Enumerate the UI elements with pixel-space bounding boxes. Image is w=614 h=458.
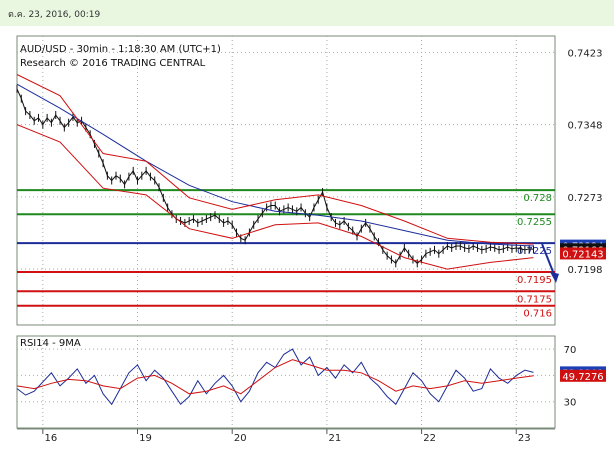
x-tick-label-2: 20 bbox=[234, 433, 247, 444]
rsi-y-tick-label-2: 30 bbox=[564, 398, 577, 409]
price-y-tick-label-2: 0.7273 bbox=[568, 193, 603, 204]
chart-title: AUD/USD - 30min - 1:18:30 AM (UTC+1) bbox=[20, 44, 221, 55]
price-y-tick-label-0: 0.7423 bbox=[568, 48, 603, 59]
rsi-badge-label-1: 49.7276 bbox=[562, 372, 603, 383]
price-panel-frame bbox=[16, 35, 556, 326]
x-tick-label-3: 21 bbox=[329, 433, 342, 444]
chart-subtitle: Research © 2016 TRADING CENTRAL bbox=[20, 58, 206, 69]
level-label-5: 0.716 bbox=[523, 309, 552, 320]
level-label-3: 0.7195 bbox=[517, 275, 552, 286]
x-tick-label-0: 16 bbox=[44, 433, 57, 444]
price-series-line bbox=[16, 88, 534, 265]
rsi-y-tick-label-0: 70 bbox=[564, 345, 577, 356]
price-y-tick-label-1: 0.7348 bbox=[568, 121, 603, 132]
rsi-ma-line bbox=[16, 359, 534, 395]
price-y-tick-label-3: 0.7198 bbox=[568, 265, 603, 276]
level-label-0: 0.728 bbox=[523, 193, 552, 204]
rsi-panel-label: RSI14 - 9MA bbox=[20, 338, 81, 349]
price-chart: 1619202122230.74230.73480.72730.71987050… bbox=[16, 35, 606, 444]
level-label-1: 0.7255 bbox=[517, 217, 552, 228]
moving-average-line bbox=[16, 83, 534, 247]
price-badge-label-2: 0.72143 bbox=[562, 249, 603, 260]
upper-band-line bbox=[16, 74, 534, 245]
level-label-4: 0.7175 bbox=[517, 294, 552, 305]
x-tick-label-1: 19 bbox=[139, 433, 152, 444]
x-tick-label-5: 23 bbox=[518, 433, 531, 444]
x-tick-label-4: 22 bbox=[423, 433, 436, 444]
rsi-line bbox=[16, 348, 534, 406]
